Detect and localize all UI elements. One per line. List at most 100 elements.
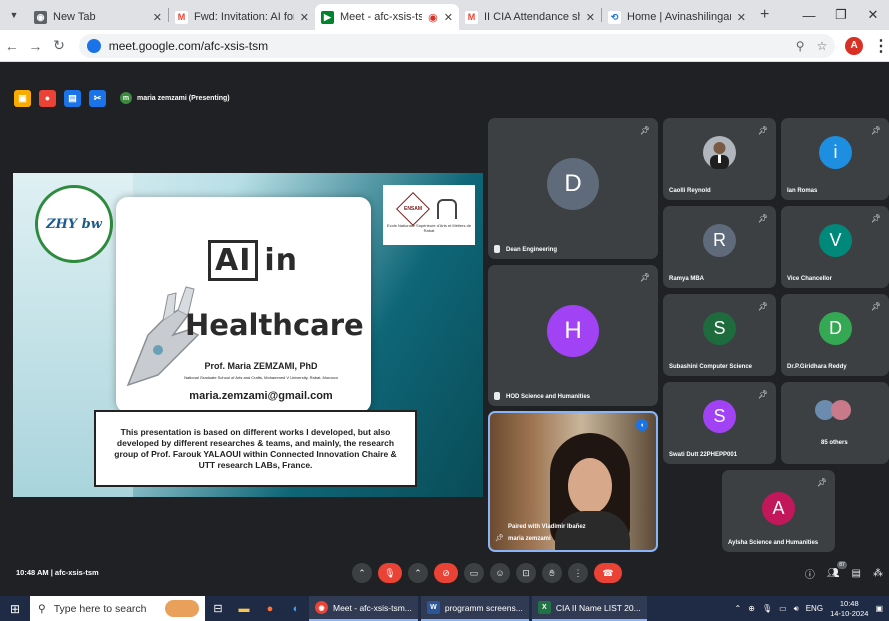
in-word: in bbox=[264, 243, 299, 278]
pin-icon[interactable]: 📌︎ bbox=[817, 478, 827, 487]
chat-icon[interactable]: ▤ bbox=[852, 568, 861, 579]
windows-start-icon[interactable]: ⊞ bbox=[0, 602, 30, 616]
taskbar-app-chrome[interactable]: ◉ Meet - afc-xsis-tsm... bbox=[309, 596, 418, 621]
pin-icon[interactable]: 📌︎ bbox=[758, 390, 768, 399]
browser-menu-icon[interactable]: ⋮ bbox=[873, 36, 889, 56]
tab-new-tab[interactable]: ◉ New Tab ✕ bbox=[28, 4, 168, 30]
pin-icon[interactable]: 📌︎ bbox=[640, 126, 650, 135]
bookmark-star-icon[interactable]: ☆ bbox=[817, 39, 828, 53]
task-view-icon[interactable]: ⊟ bbox=[205, 596, 231, 621]
camera-off-button[interactable]: ⊘ bbox=[434, 563, 458, 583]
url-text[interactable]: meet.google.com/afc-xsis-tsm bbox=[109, 39, 784, 53]
zoom-icon[interactable]: ⚲ bbox=[796, 39, 805, 53]
tab-search-icon[interactable]: ▼ bbox=[0, 10, 28, 20]
record-icon[interactable]: ● bbox=[39, 89, 56, 107]
participant-tile[interactable]: 📌︎ i Ian Romas bbox=[781, 118, 889, 200]
profile-avatar[interactable]: A bbox=[845, 36, 864, 55]
participant-tile[interactable]: 📌︎ S Swati Dutt 22PHEPP001 bbox=[663, 382, 776, 464]
mic-off-button[interactable]: 🎙︎ bbox=[378, 563, 402, 583]
participant-tile[interactable]: 📌︎ V Vice Chancellor bbox=[781, 206, 889, 288]
avatar-photo bbox=[831, 400, 851, 420]
address-bar[interactable]: meet.google.com/afc-xsis-tsm ⚲ ☆ bbox=[78, 33, 836, 58]
tab-meet[interactable]: ▶ Meet - afc-xsis-tsm ◉ ✕ bbox=[315, 4, 459, 30]
document-icon[interactable]: ▤ bbox=[64, 89, 81, 107]
restore-icon[interactable]: ❐ bbox=[825, 7, 857, 23]
raise-hand-button[interactable]: ✋︎ bbox=[542, 563, 562, 583]
close-window-icon[interactable]: ✕ bbox=[857, 7, 889, 23]
close-icon[interactable]: ✕ bbox=[300, 11, 309, 24]
clock[interactable]: 10:48 14-10-2024 bbox=[830, 599, 868, 619]
reload-icon[interactable]: ↻ bbox=[47, 37, 71, 54]
avatar: S bbox=[703, 312, 736, 345]
minimize-icon[interactable]: — bbox=[793, 8, 825, 23]
people-icon[interactable]: 👥︎ bbox=[827, 568, 840, 579]
captions-button[interactable]: ▭ bbox=[464, 563, 484, 583]
site-info-icon[interactable] bbox=[86, 38, 101, 53]
paired-label: Paired with Vladimir Ibañez bbox=[508, 524, 586, 530]
pin-icon[interactable]: 📌︎ bbox=[871, 214, 881, 223]
language-indicator[interactable]: ENG bbox=[806, 604, 823, 613]
presenter-chip: m maria zemzami (Presenting) bbox=[120, 92, 230, 104]
mic-options-icon[interactable]: ⌃ bbox=[352, 563, 372, 583]
pin-icon[interactable]: 📌︎ bbox=[871, 126, 881, 135]
avatar-photo bbox=[703, 136, 736, 169]
close-icon[interactable]: ✕ bbox=[153, 11, 162, 24]
participant-tile[interactable]: 📌︎ S Subashini Computer Science bbox=[663, 294, 776, 376]
chevron-up-icon[interactable]: ⌃ bbox=[735, 604, 742, 613]
pin-icon[interactable]: 📌︎ bbox=[495, 534, 504, 542]
display-icon[interactable]: ▭ bbox=[779, 604, 787, 613]
participant-tile[interactable]: 📌︎ D Dean Engineering bbox=[488, 118, 658, 259]
file-explorer-icon[interactable]: ▬ bbox=[231, 596, 257, 621]
participant-name: Swati Dutt 22PHEPP001 bbox=[669, 452, 738, 458]
pin-icon[interactable]: 📌︎ bbox=[871, 302, 881, 311]
hang-up-button[interactable]: ☎ bbox=[594, 563, 622, 583]
site-icon: ⟲ bbox=[608, 10, 621, 24]
emoji-button[interactable]: ☺ bbox=[490, 563, 510, 583]
search-highlight-image bbox=[165, 600, 199, 617]
tab-title: Fwd: Invitation: AI for Engine bbox=[194, 11, 294, 23]
volume-icon[interactable]: 🔊︎ bbox=[794, 604, 799, 614]
mic-off-icon bbox=[494, 392, 500, 400]
self-video-tile[interactable]: ◖ Paired with Vladimir Ibañez 📌︎ maria z… bbox=[488, 411, 658, 552]
taskbar-app-excel[interactable]: X CIA II Name LIST 20... bbox=[531, 596, 647, 621]
pin-icon[interactable]: 📌︎ bbox=[640, 273, 650, 282]
edge-icon[interactable]: ◐ bbox=[283, 596, 309, 621]
activities-icon[interactable]: ⁂ bbox=[873, 568, 883, 579]
excel-icon: X bbox=[537, 601, 551, 614]
tab-avinashilingam[interactable]: ⟲ Home | Avinashilingam Insti ✕ bbox=[602, 4, 752, 30]
participant-tile[interactable]: 📌︎ A Aylsha Science and Humanities bbox=[722, 470, 835, 552]
participant-tile[interactable]: 📌︎ H HOD Science and Humanities bbox=[488, 265, 658, 406]
new-tab-button[interactable]: + bbox=[760, 6, 769, 24]
participant-tile[interactable]: 📌︎ Caolli Reynold bbox=[663, 118, 776, 200]
pin-icon[interactable]: 📌︎ bbox=[758, 126, 768, 135]
close-icon[interactable]: ✕ bbox=[444, 11, 453, 24]
participant-tile[interactable]: 📌︎ R Ramya MBA bbox=[663, 206, 776, 288]
more-options-button[interactable]: ⋮ bbox=[568, 563, 588, 583]
participant-name: Ian Romas bbox=[787, 188, 818, 194]
taskbar-search[interactable]: ⚲ Type here to search bbox=[30, 596, 205, 621]
participant-tile[interactable]: 📌︎ D Dr.P.Giridhara Reddy bbox=[781, 294, 889, 376]
close-icon[interactable]: ✕ bbox=[586, 11, 595, 24]
camera-options-icon[interactable]: ⌃ bbox=[408, 563, 428, 583]
tab-gmail-invitation[interactable]: M Fwd: Invitation: AI for Engine ✕ bbox=[169, 4, 315, 30]
extension-icon[interactable]: ▣ bbox=[14, 89, 31, 107]
info-icon[interactable]: ⓘ bbox=[805, 566, 815, 581]
tab-title: Meet - afc-xsis-tsm bbox=[340, 11, 423, 23]
people-count-badge: 87 bbox=[837, 561, 847, 569]
pin-icon[interactable]: 📌︎ bbox=[758, 214, 768, 223]
forward-icon[interactable]: → bbox=[24, 38, 48, 54]
pin-icon[interactable]: 📌︎ bbox=[758, 302, 768, 311]
tab-gmail-attendance[interactable]: M II CIA Attendance sheet - ta ✕ bbox=[459, 4, 601, 30]
back-icon[interactable]: ← bbox=[0, 38, 24, 54]
notifications-icon[interactable]: ▣ bbox=[875, 604, 883, 613]
close-icon[interactable]: ✕ bbox=[737, 11, 746, 24]
present-button[interactable]: ⊡ bbox=[516, 563, 536, 583]
search-placeholder: Type here to search bbox=[53, 602, 147, 615]
network-icon[interactable]: ⊕ bbox=[748, 604, 755, 613]
others-tile[interactable]: 85 others bbox=[781, 382, 889, 464]
taskbar-app-word[interactable]: W programm screens... bbox=[420, 596, 529, 621]
windows-taskbar: ⊞ ⚲ Type here to search ⊟ ▬ ● ◐ ◉ Meet -… bbox=[0, 596, 889, 621]
mic-icon[interactable]: 🎙︎ bbox=[762, 604, 772, 613]
tools-icon[interactable]: ✂ bbox=[89, 89, 106, 107]
firefox-icon[interactable]: ● bbox=[257, 596, 283, 621]
